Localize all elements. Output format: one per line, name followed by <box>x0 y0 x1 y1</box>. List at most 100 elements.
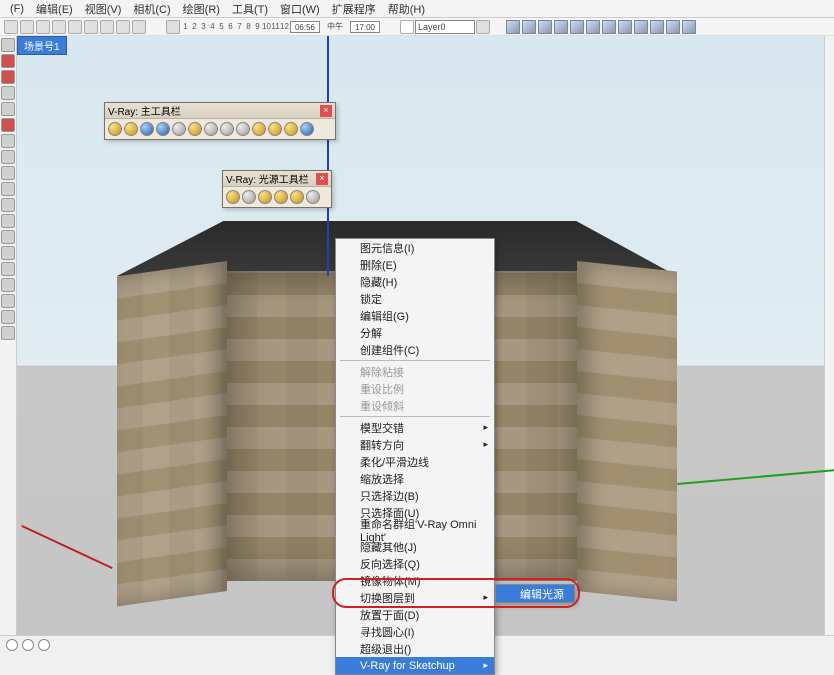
ctx-item[interactable]: 编辑组(G) <box>336 307 494 324</box>
menu-tools[interactable]: 工具(T) <box>226 1 274 17</box>
text-tool-icon[interactable] <box>1 262 15 276</box>
ctx-item[interactable]: 反向选择(Q) <box>336 555 494 572</box>
menu-edit[interactable]: 编辑(E) <box>30 1 79 17</box>
shape-icon[interactable] <box>666 20 680 34</box>
tape-tool-icon[interactable] <box>1 214 15 228</box>
vray-pack-icon[interactable] <box>284 122 298 136</box>
vray-frame-icon[interactable] <box>172 122 186 136</box>
toolbar-icon[interactable] <box>4 20 18 34</box>
ctx-item[interactable]: 锁定 <box>336 290 494 307</box>
vray-export-icon[interactable] <box>236 122 250 136</box>
ctx-item[interactable]: 重命名群组'V-Ray Omni Light' <box>336 521 494 538</box>
light-omni-icon[interactable] <box>226 190 240 204</box>
eraser-tool-icon[interactable] <box>1 246 15 260</box>
select-arrow-icon[interactable] <box>400 20 414 34</box>
move-tool-icon[interactable] <box>1 150 15 164</box>
ctx-item[interactable]: 图元信息(I) <box>336 239 494 256</box>
shape-icon[interactable] <box>682 20 696 34</box>
panel-title-bar[interactable]: V-Ray: 主工具栏 × <box>105 103 335 119</box>
polygon-tool-icon[interactable] <box>1 118 15 132</box>
ctx-item[interactable]: 解除粘接 <box>336 363 494 380</box>
select-tool-icon[interactable] <box>1 38 15 52</box>
vray-rtrender-icon[interactable] <box>124 122 138 136</box>
shadow-toggle-icon[interactable] <box>166 20 180 34</box>
line-tool-icon[interactable] <box>1 54 15 68</box>
vray-material-icon[interactable] <box>156 122 170 136</box>
menu-window[interactable]: 窗口(W) <box>274 1 326 17</box>
ctx-item[interactable]: 重设倾斜 <box>336 397 494 414</box>
circle-tool-icon[interactable] <box>1 102 15 116</box>
rect-tool-icon[interactable] <box>1 86 15 100</box>
paint-tool-icon[interactable] <box>1 230 15 244</box>
ctx-item[interactable]: 重设比例 <box>336 380 494 397</box>
menu-help[interactable]: 帮助(H) <box>382 1 431 17</box>
scene-tab[interactable]: 场景号1 <box>17 36 67 55</box>
time-start[interactable]: 06:56 <box>290 21 320 33</box>
shape-icon[interactable] <box>522 20 536 34</box>
zoom-tool-icon[interactable] <box>1 310 15 324</box>
shape-icon[interactable] <box>650 20 664 34</box>
ctx-item[interactable]: 创建组件(C) <box>336 341 494 358</box>
ctx-item[interactable]: 超级退出() <box>336 640 494 657</box>
shape-icon[interactable] <box>570 20 584 34</box>
ctx-item[interactable]: 隐藏其他(J) <box>336 538 494 555</box>
vray-sun-icon[interactable] <box>252 122 266 136</box>
vray-setting-icon[interactable] <box>220 122 234 136</box>
toolbar-icon[interactable] <box>116 20 130 34</box>
vray-dome-icon[interactable] <box>268 122 282 136</box>
toolbar-icon[interactable] <box>132 20 146 34</box>
light-dome-icon[interactable] <box>274 190 288 204</box>
shape-icon[interactable] <box>554 20 568 34</box>
panel-title-bar[interactable]: V-Ray: 光源工具栏 × <box>223 171 331 187</box>
light-rect-icon[interactable] <box>242 190 256 204</box>
offset-tool-icon[interactable] <box>1 198 15 212</box>
status-user-icon[interactable] <box>22 639 34 651</box>
status-geo-icon[interactable] <box>38 639 50 651</box>
scale-tool-icon[interactable] <box>1 182 15 196</box>
light-sphere-icon[interactable] <box>290 190 304 204</box>
rotate-tool-icon[interactable] <box>1 166 15 180</box>
time-end[interactable]: 17:00 <box>350 21 380 33</box>
close-icon[interactable]: × <box>320 105 332 117</box>
submenu-edit-light[interactable]: 编辑光源 <box>496 585 574 602</box>
vray-options-icon[interactable] <box>140 122 154 136</box>
ctx-item[interactable]: 切换图层到 <box>336 589 494 606</box>
menu-draw[interactable]: 绘图(R) <box>177 1 226 17</box>
vray-help-icon[interactable] <box>204 122 218 136</box>
push-tool-icon[interactable] <box>1 134 15 148</box>
toolbar-icon[interactable] <box>20 20 34 34</box>
status-info-icon[interactable] <box>6 639 18 651</box>
shape-icon[interactable] <box>538 20 552 34</box>
vray-about-icon[interactable] <box>300 122 314 136</box>
zoomext-tool-icon[interactable] <box>1 326 15 340</box>
ctx-item[interactable]: 删除(E) <box>336 256 494 273</box>
toolbar-icon[interactable] <box>36 20 50 34</box>
vray-render-icon[interactable] <box>108 122 122 136</box>
vray-main-toolbar[interactable]: V-Ray: 主工具栏 × <box>104 102 336 140</box>
orbit-tool-icon[interactable] <box>1 278 15 292</box>
shape-icon[interactable] <box>602 20 616 34</box>
menu-view[interactable]: 视图(V) <box>79 1 128 17</box>
ctx-item[interactable]: 模型交错 <box>336 419 494 436</box>
toolbar-icon[interactable] <box>84 20 98 34</box>
vray-light-toolbar[interactable]: V-Ray: 光源工具栏 × <box>222 170 332 208</box>
arc-tool-icon[interactable] <box>1 70 15 84</box>
ctx-item[interactable]: 翻转方向 <box>336 436 494 453</box>
ctx-item[interactable]: 分解 <box>336 324 494 341</box>
light-spot-icon[interactable] <box>258 190 272 204</box>
light-ies-icon[interactable] <box>306 190 320 204</box>
toolbar-icon[interactable] <box>52 20 66 34</box>
layer-props-icon[interactable] <box>476 20 490 34</box>
shape-icon[interactable] <box>634 20 648 34</box>
close-icon[interactable]: × <box>316 173 328 185</box>
shape-icon[interactable] <box>618 20 632 34</box>
ctx-item[interactable]: 缩放选择 <box>336 470 494 487</box>
ctx-item[interactable]: V-Ray for Sketchup <box>336 657 494 674</box>
vray-batch-icon[interactable] <box>188 122 202 136</box>
pan-tool-icon[interactable] <box>1 294 15 308</box>
ctx-item[interactable]: 寻找圆心(I) <box>336 623 494 640</box>
month-strip[interactable]: 123456789101112 <box>181 22 289 31</box>
ctx-item[interactable]: 放置于面(D) <box>336 606 494 623</box>
layer-select[interactable]: Layer0 <box>415 20 475 34</box>
shape-icon[interactable] <box>506 20 520 34</box>
